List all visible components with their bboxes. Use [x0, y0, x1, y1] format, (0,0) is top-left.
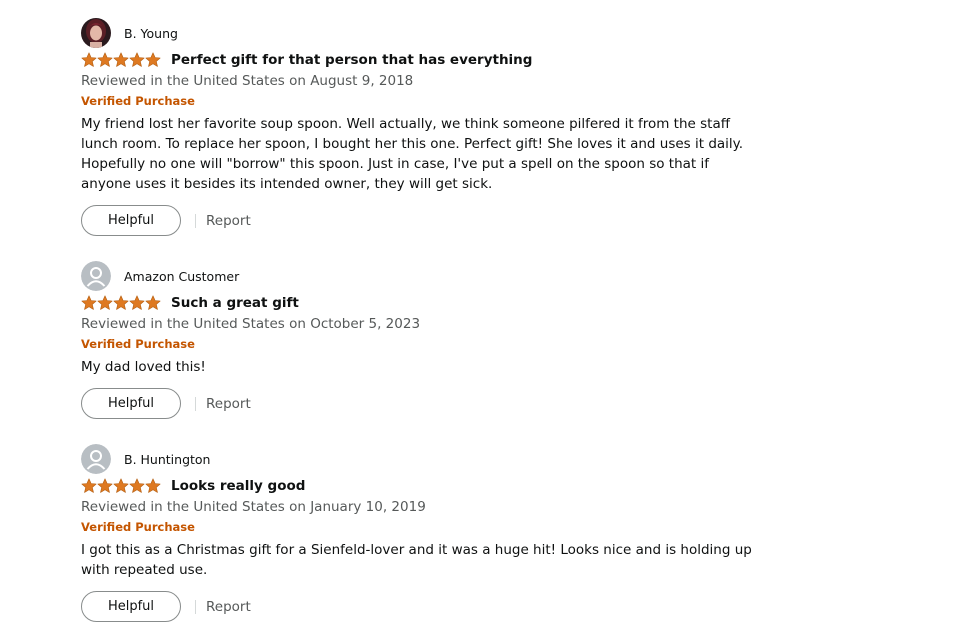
- reviewer-profile[interactable]: Amazon Customer: [81, 260, 781, 292]
- star-icon: [97, 52, 113, 67]
- review-body: My friend lost her favorite soup spoon. …: [81, 116, 744, 192]
- review-date: Reviewed in the United States on October…: [81, 316, 421, 332]
- review-date: Reviewed in the United States on January…: [81, 499, 426, 515]
- default-avatar-icon[interactable]: [81, 444, 111, 474]
- reviewer-profile[interactable]: B. Young: [81, 17, 781, 49]
- star-icon: [97, 295, 113, 310]
- star-icon: [113, 52, 129, 67]
- helpful-button[interactable]: Helpful: [81, 388, 181, 419]
- review-body: I got this as a Christmas gift for a Sie…: [81, 542, 752, 578]
- reviewer-name[interactable]: B. Huntington: [124, 452, 210, 467]
- star-icon: [145, 295, 161, 310]
- star-rating[interactable]: [81, 478, 161, 494]
- verified-purchase-badge: Verified Purchase: [81, 520, 195, 534]
- profile-photo-avatar[interactable]: [81, 18, 111, 48]
- reviewer-name[interactable]: B. Young: [124, 26, 178, 41]
- star-icon: [81, 295, 97, 310]
- star-icon: [129, 52, 145, 67]
- helpful-button[interactable]: Helpful: [81, 205, 181, 236]
- review-title[interactable]: Perfect gift for that person that has ev…: [171, 52, 532, 68]
- star-rating[interactable]: [81, 295, 161, 311]
- default-avatar-icon[interactable]: [81, 261, 111, 291]
- review-title[interactable]: Such a great gift: [171, 295, 299, 311]
- review-card: B. Young Perfect gift for that person th…: [81, 17, 781, 236]
- report-link[interactable]: Report: [206, 599, 251, 615]
- star-icon: [113, 295, 129, 310]
- review-title[interactable]: Looks really good: [171, 478, 305, 494]
- review-card: Amazon Customer Such a great gift Review…: [81, 260, 781, 419]
- divider: [195, 213, 196, 228]
- review-card: B. Huntington Looks really good Reviewed…: [81, 443, 781, 622]
- reviewer-profile[interactable]: B. Huntington: [81, 443, 781, 475]
- star-icon: [81, 52, 97, 67]
- divider: [195, 599, 196, 614]
- star-icon: [129, 295, 145, 310]
- verified-purchase-badge: Verified Purchase: [81, 337, 195, 351]
- star-rating[interactable]: [81, 52, 161, 68]
- review-date: Reviewed in the United States on August …: [81, 73, 414, 89]
- star-icon: [145, 52, 161, 67]
- star-icon: [113, 478, 129, 493]
- report-link[interactable]: Report: [206, 396, 251, 412]
- star-icon: [97, 478, 113, 493]
- star-icon: [145, 478, 161, 493]
- star-icon: [129, 478, 145, 493]
- reviewer-name[interactable]: Amazon Customer: [124, 269, 239, 284]
- verified-purchase-badge: Verified Purchase: [81, 94, 195, 108]
- divider: [195, 396, 196, 411]
- report-link[interactable]: Report: [206, 213, 251, 229]
- star-icon: [81, 478, 97, 493]
- review-body: My dad loved this!: [81, 359, 206, 375]
- helpful-button[interactable]: Helpful: [81, 591, 181, 622]
